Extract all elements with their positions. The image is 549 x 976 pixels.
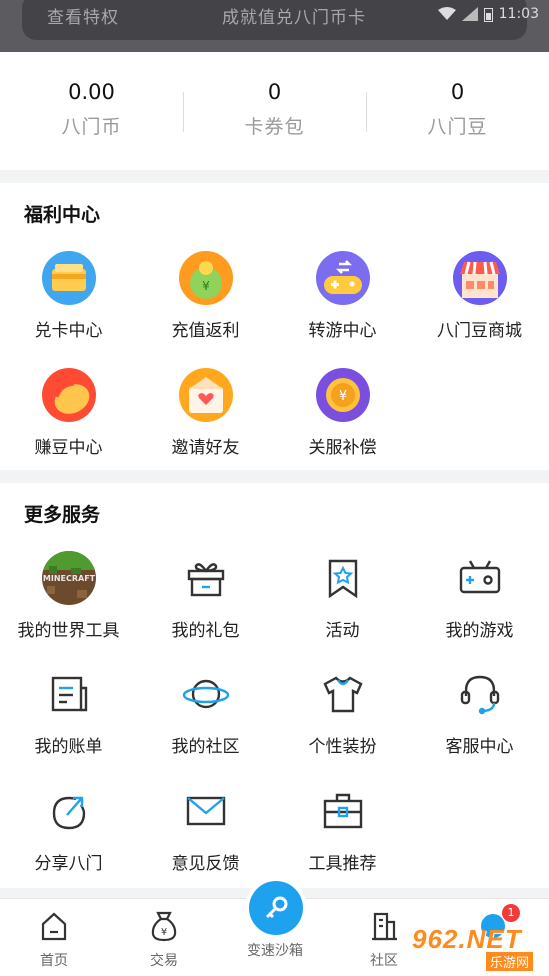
tab-sandbox-label: 变速沙箱 <box>247 943 303 959</box>
service-item-label: 意见反馈 <box>171 854 240 874</box>
welfare-item-card-exchange[interactable]: 兑卡中心 <box>0 250 137 341</box>
tshirt-icon <box>315 666 371 722</box>
building-icon <box>372 912 397 941</box>
welfare-item-bean-mall[interactable]: 八门豆商城 <box>411 250 548 341</box>
stat-coupons[interactable]: 0 卡券包 <box>183 80 366 139</box>
vip-banner: 查看特权 成就值兑八门币卡 11:03 <box>0 0 549 52</box>
welfare-item-label: 赚豆中心 <box>34 438 103 458</box>
service-item-share[interactable]: 分享八门 <box>0 783 137 874</box>
coupon-label: 卡券包 <box>244 116 305 138</box>
tab-trade-label: 交易 <box>150 953 178 969</box>
service-item-label: 我的社区 <box>171 737 240 757</box>
welfare-item-earn-beans[interactable]: 赚豆中心 <box>0 367 137 458</box>
service-item-label: 活动 <box>325 621 360 641</box>
welfare-item-compensation[interactable]: ¥ 关服补偿 <box>274 367 411 458</box>
svg-text:¥: ¥ <box>161 927 167 938</box>
service-item-label: 个性装扮 <box>308 737 377 757</box>
gift-icon <box>178 550 234 606</box>
stat-beans[interactable]: 0 八门豆 <box>366 80 549 139</box>
service-item-minecraft-tools[interactable]: MINECRAFT 我的世界工具 <box>0 550 137 641</box>
service-item-label: 客服中心 <box>445 737 514 757</box>
toolbox-icon <box>315 783 371 839</box>
coin-balance: 0.00 <box>68 80 115 104</box>
service-item-community[interactable]: 我的社区 <box>137 666 274 757</box>
svg-text:¥: ¥ <box>202 279 210 293</box>
mail-icon <box>178 783 234 839</box>
service-item-label: 我的账单 <box>34 737 103 757</box>
service-item-activity[interactable]: 活动 <box>274 550 411 641</box>
wifi-icon <box>437 7 456 20</box>
service-item-bills[interactable]: 我的账单 <box>0 666 137 757</box>
services-title: 更多服务 <box>24 504 101 526</box>
service-item-my-games[interactable]: 我的游戏 <box>411 550 548 641</box>
status-time: 11:03 <box>498 6 539 22</box>
activity-bookmark-icon <box>315 550 371 606</box>
welfare-item-label: 邀请好友 <box>171 438 240 458</box>
bill-icon <box>41 666 97 722</box>
service-item-customer-service[interactable]: 客服中心 <box>411 666 548 757</box>
share-icon <box>41 783 97 839</box>
service-item-dress-up[interactable]: 个性装扮 <box>274 666 411 757</box>
tab-sandbox[interactable]: 变速沙箱 <box>229 937 321 960</box>
minecraft-icon: MINECRAFT <box>41 550 97 606</box>
headset-icon <box>452 666 508 722</box>
battery-icon <box>483 7 493 22</box>
welfare-item-label: 兑卡中心 <box>34 321 103 341</box>
stat-coins[interactable]: 0.00 八门币 <box>0 80 183 139</box>
welfare-item-label: 关服补偿 <box>308 438 377 458</box>
service-item-feedback[interactable]: 意见反馈 <box>137 783 274 874</box>
view-perks-link[interactable]: 查看特权 <box>47 3 119 28</box>
svg-text:¥: ¥ <box>338 389 346 404</box>
bean-balance: 0 <box>450 80 465 104</box>
planet-icon <box>178 666 234 722</box>
wallet-stats: 0.00 八门币 0 卡券包 0 八门豆 <box>0 52 549 170</box>
invite-friends-icon <box>178 367 234 423</box>
bean-label: 八门豆 <box>427 116 488 138</box>
game-console-icon <box>452 550 508 606</box>
coin-label: 八门币 <box>61 116 122 138</box>
services-section: 更多服务 MINECRAFT 我的世界工具 我的礼包 活动 我的游戏 我的账单 <box>0 483 549 888</box>
welfare-item-invite-friends[interactable]: 邀请好友 <box>137 367 274 458</box>
tab-trade[interactable]: ¥ 交易 <box>119 909 209 970</box>
signal-icon <box>461 7 478 21</box>
tab-home-label: 首页 <box>40 953 68 969</box>
welfare-item-game-transfer[interactable]: 转游中心 <box>274 250 411 341</box>
welfare-title: 福利中心 <box>24 204 101 226</box>
service-item-tools[interactable]: 工具推荐 <box>274 783 411 874</box>
redeem-coin-card-link[interactable]: 成就值兑八门币卡 <box>222 3 366 28</box>
key-icon <box>265 896 288 919</box>
earn-beans-icon <box>41 367 97 423</box>
service-item-gifts[interactable]: 我的礼包 <box>137 550 274 641</box>
welfare-section: 福利中心 兑卡中心 ¥ 充值返利 转游中心 八门豆商城 赚豆中心 邀请好友 ¥ … <box>0 183 549 470</box>
speed-sandbox-button[interactable] <box>245 877 307 939</box>
service-item-label: 工具推荐 <box>308 854 377 874</box>
minecraft-logo-text: MINECRAFT <box>42 574 95 583</box>
service-item-label: 我的游戏 <box>445 621 514 641</box>
welfare-item-label: 转游中心 <box>308 321 377 341</box>
welfare-item-recharge-rebate[interactable]: ¥ 充值返利 <box>137 250 274 341</box>
service-item-label: 分享八门 <box>34 854 103 874</box>
service-item-label: 我的世界工具 <box>17 621 120 641</box>
recharge-rebate-icon: ¥ <box>178 250 234 306</box>
bean-mall-icon <box>452 250 508 306</box>
coupon-count: 0 <box>267 80 282 104</box>
service-item-label: 我的礼包 <box>171 621 240 641</box>
watermark-logo: 962.NET <box>412 924 522 954</box>
tab-home[interactable]: 首页 <box>9 909 99 970</box>
welfare-item-label: 八门豆商城 <box>437 321 522 341</box>
card-exchange-icon <box>41 250 97 306</box>
notification-badge: 1 <box>502 904 520 922</box>
watermark-subtitle: 乐游网 <box>486 952 534 971</box>
game-transfer-icon <box>315 250 371 306</box>
home-icon <box>41 912 67 941</box>
site-watermark: 962.NET 乐游网 <box>408 924 546 972</box>
welfare-item-label: 充值返利 <box>171 321 240 341</box>
money-bag-icon: ¥ <box>151 911 177 942</box>
server-close-compensation-icon: ¥ <box>315 367 371 423</box>
status-bar: 11:03 <box>437 6 539 22</box>
